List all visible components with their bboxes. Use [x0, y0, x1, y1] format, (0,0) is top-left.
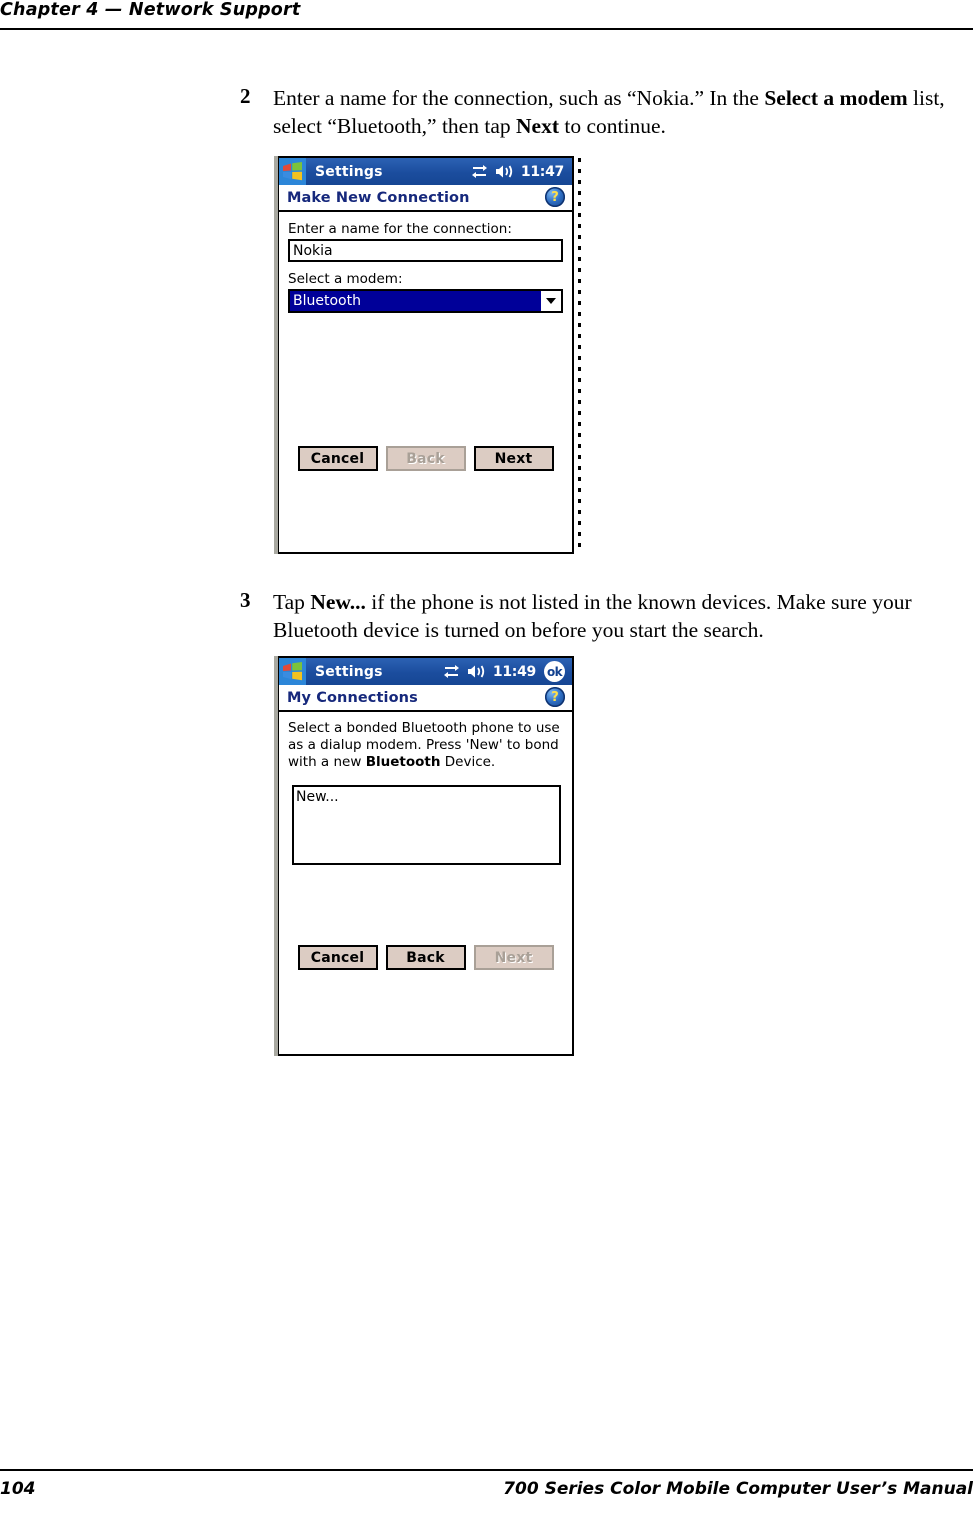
wizard-button-row: Cancel Back Next: [279, 945, 572, 970]
footer-rule: [0, 1469, 973, 1471]
page-caption-bar: Make New Connection ?: [279, 185, 572, 212]
cancel-button[interactable]: Cancel: [297, 446, 378, 471]
speaker-icon[interactable]: [467, 664, 486, 679]
page-title: Make New Connection: [287, 189, 470, 206]
help-icon[interactable]: ?: [545, 187, 565, 207]
windows-flag-icon[interactable]: [279, 658, 306, 685]
speaker-icon[interactable]: [495, 164, 514, 179]
modem-label: Select a modem:: [288, 271, 403, 287]
page-footer: 104 700 Series Color Mobile Computer Use…: [0, 1459, 973, 1519]
page-number: 104: [0, 1479, 36, 1499]
back-button[interactable]: Back: [385, 945, 466, 970]
page-header: Chapter 4 — Network Support: [0, 0, 973, 34]
back-button: Back: [385, 446, 466, 471]
next-button[interactable]: Next: [473, 446, 554, 471]
chevron-down-icon[interactable]: [541, 291, 561, 311]
step-2: 2 Enter a name for the connection, such …: [240, 84, 964, 140]
manual-title: 700 Series Color Mobile Computer User’s …: [503, 1479, 973, 1499]
step-2-text: Enter a name for the connection, such as…: [273, 86, 945, 138]
cancel-button[interactable]: Cancel: [297, 945, 378, 970]
windows-flag-icon[interactable]: [279, 158, 306, 185]
step-2-number: 2: [240, 84, 251, 108]
titlebar: Settings 11:47: [279, 158, 572, 185]
client-area: Enter a name for the connection: Nokia S…: [279, 221, 572, 552]
page-title: My Connections: [287, 689, 418, 706]
titlebar: Settings 11:49 ok: [279, 658, 572, 685]
page-caption-bar: My Connections ?: [279, 685, 572, 712]
device-screen: Settings 11:47 Make New Connection ? Ent…: [278, 156, 574, 554]
running-head: Chapter 4 — Network Support: [0, 0, 301, 20]
ok-button[interactable]: ok: [544, 661, 565, 682]
list-item[interactable]: New...: [294, 787, 559, 805]
titlebar-app-title: Settings: [315, 163, 383, 180]
figure-my-connections: Settings 11:49 ok My Connections ? Selec…: [274, 656, 578, 1056]
next-button: Next: [473, 945, 554, 970]
client-area: Select a bonded Bluetooth phone to use a…: [279, 720, 572, 1054]
step-3-number: 3: [240, 588, 251, 612]
titlebar-app-title: Settings: [315, 663, 383, 680]
instructions-text: Select a bonded Bluetooth phone to use a…: [288, 720, 560, 770]
connection-name-label: Enter a name for the connection:: [288, 221, 512, 237]
modem-selected-value: Bluetooth: [290, 291, 541, 311]
figure-make-new-connection: Settings 11:47 Make New Connection ? Ent…: [274, 156, 578, 554]
bonded-devices-list[interactable]: New...: [292, 785, 561, 865]
titlebar-clock: 11:47: [520, 163, 564, 180]
step-3: 3 Tap New... if the phone is not listed …: [240, 588, 964, 644]
titlebar-clock: 11:49: [492, 663, 536, 680]
device-screen: Settings 11:49 ok My Connections ? Selec…: [278, 656, 574, 1056]
connectivity-icon[interactable]: [443, 664, 460, 679]
wizard-button-row: Cancel Back Next: [279, 446, 572, 471]
step-3-text: Tap New... if the phone is not listed in…: [273, 590, 912, 642]
header-rule: [0, 28, 973, 30]
connectivity-icon[interactable]: [471, 164, 488, 179]
help-icon[interactable]: ?: [545, 687, 565, 707]
modem-select[interactable]: Bluetooth: [288, 289, 563, 313]
figure-1-dotted-rule: [578, 158, 581, 550]
connection-name-input[interactable]: Nokia: [288, 239, 563, 262]
